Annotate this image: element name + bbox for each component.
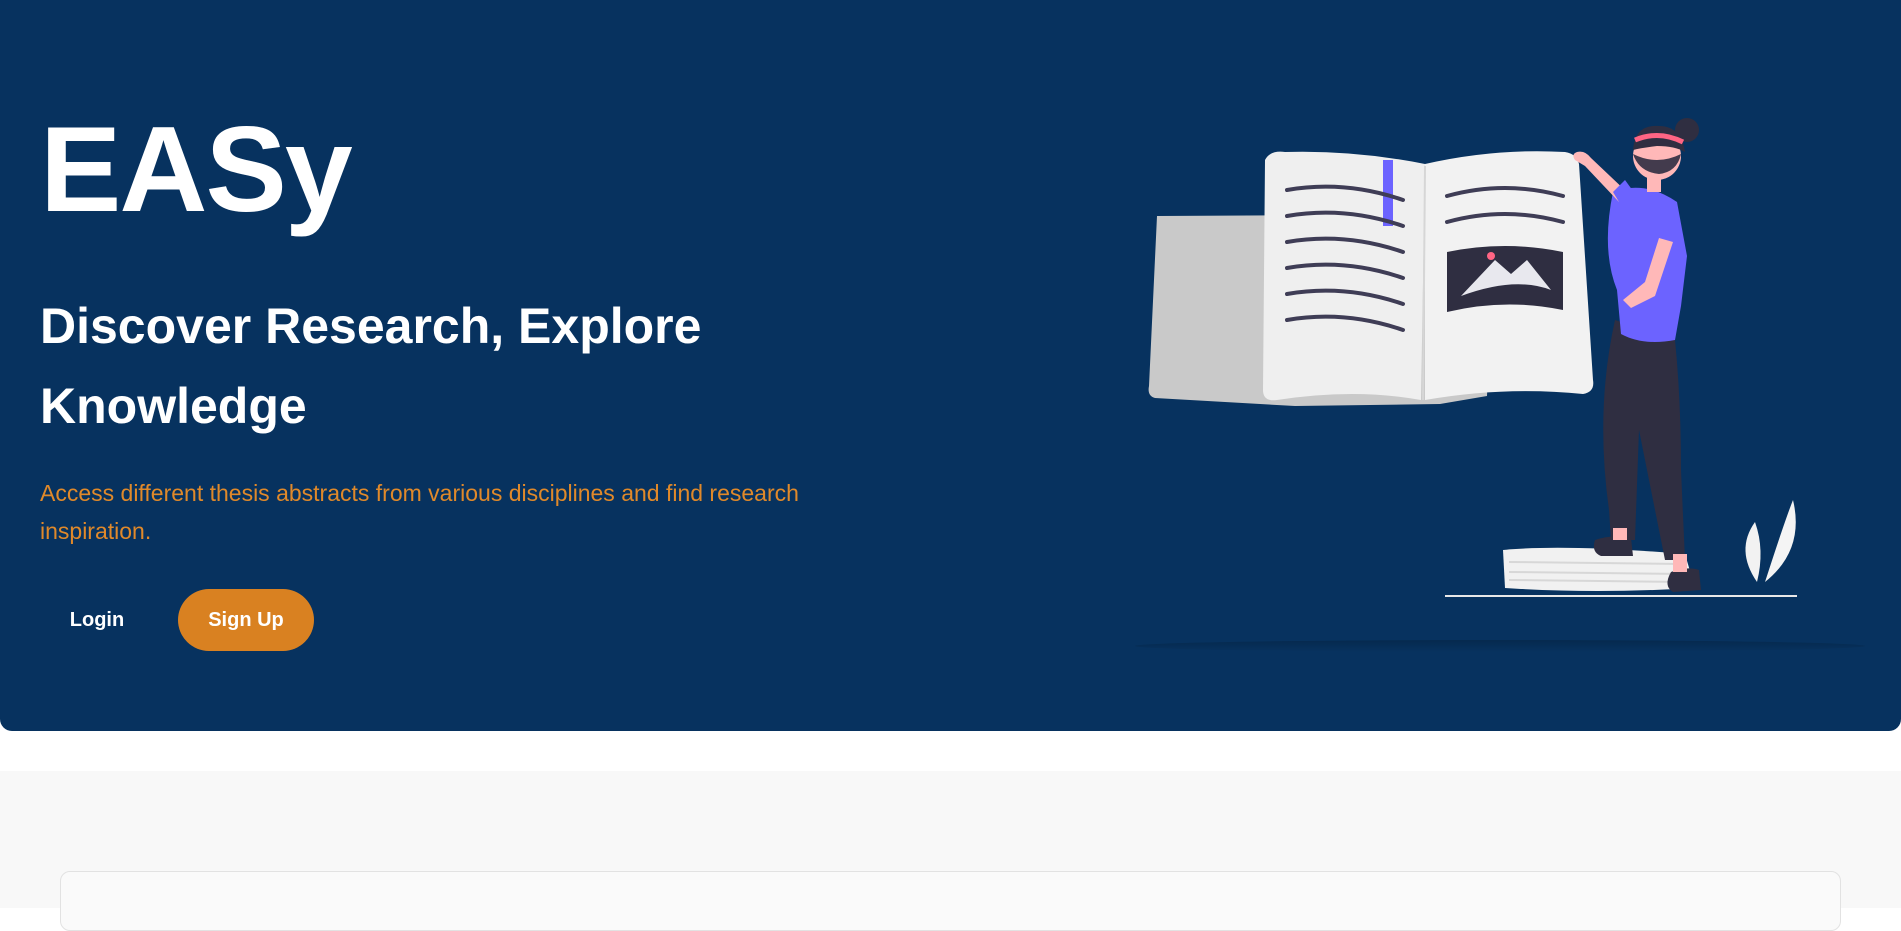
sign-up-button[interactable]: Sign Up — [178, 589, 314, 651]
brand-title: EASy — [40, 101, 353, 237]
hero-tagline: Access different thesis abstracts from v… — [40, 480, 799, 544]
login-button[interactable]: Login — [40, 589, 154, 651]
hero-headline: Discover Research, Explore Knowledge — [40, 298, 702, 434]
woman-reading-book-illustration-icon — [1148, 118, 1797, 597]
content-card — [60, 871, 1841, 931]
hero-section: EASy Discover Research, Explore Knowledg… — [0, 0, 1901, 731]
hero-actions: Login Sign Up — [40, 589, 314, 651]
content-section — [0, 771, 1901, 931]
hero-text: EASy Discover Research, Explore Knowledg… — [40, 108, 900, 550]
